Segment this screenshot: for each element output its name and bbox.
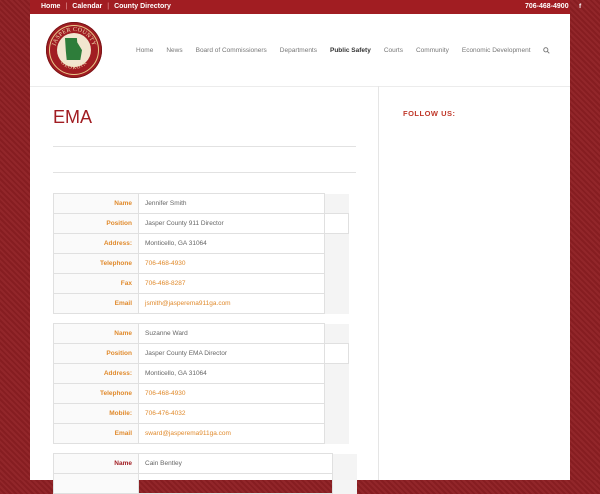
contact-table-2: Name Suzanne Ward Position Jasper County… [53, 323, 349, 444]
mobile-label: Mobile: [53, 403, 139, 424]
search-icon[interactable] [542, 47, 550, 56]
name-value: Suzanne Ward [138, 323, 325, 344]
telephone-link[interactable]: 706-468-4930 [138, 383, 325, 404]
table-row: Address: Monticello, GA 31064 [53, 363, 349, 384]
row-extra [332, 453, 357, 474]
contact-table-3: Name Cain Bentley [53, 453, 357, 494]
row-extra [324, 323, 349, 344]
position-label: Position [53, 343, 139, 364]
county-seal-logo[interactable]: JASPER COUNTY GEORGIA [46, 22, 102, 78]
table-row: Name Cain Bentley [53, 453, 357, 474]
site-header: JASPER COUNTY GEORGIA Home News Board of… [30, 14, 570, 87]
address-value: Monticello, GA 31064 [138, 233, 325, 254]
nav-item-courts[interactable]: Courts [384, 47, 403, 56]
position-value: Jasper County 911 Director [138, 213, 325, 234]
separator: | [107, 3, 110, 10]
table-row: Telephone 706-468-4930 [53, 253, 349, 274]
table-row [53, 473, 357, 494]
row-extra [324, 233, 349, 254]
email-link[interactable]: sward@jasperema911ga.com [138, 423, 325, 444]
facebook-icon[interactable]: f [579, 3, 581, 10]
table-row: Name Suzanne Ward [53, 323, 349, 344]
separator: | [65, 3, 68, 10]
top-phone[interactable]: 706-468-4900 [525, 3, 569, 10]
name-label: Name [53, 453, 139, 474]
follow-us-heading: FOLLOW US: [403, 109, 456, 118]
row-extra [324, 363, 349, 384]
nav-item-economic-development[interactable]: Economic Development [462, 47, 531, 56]
nav-item-home[interactable]: Home [136, 47, 153, 56]
table-row: Name Jennifer Smith [53, 193, 349, 214]
telephone-link[interactable]: 706-468-4930 [138, 253, 325, 274]
table-row: Email jsmith@jasperema911ga.com [53, 293, 349, 314]
contact-table-1: Name Jennifer Smith Position Jasper Coun… [53, 193, 349, 314]
name-value: Cain Bentley [138, 453, 333, 474]
empty-value [138, 473, 333, 494]
nav-item-community[interactable]: Community [416, 47, 449, 56]
row-extra [324, 403, 349, 424]
top-link-home[interactable]: Home [41, 3, 60, 10]
row-extra [324, 423, 349, 444]
row-extra [324, 193, 349, 214]
nav-item-public-safety[interactable]: Public Safety [330, 47, 371, 56]
page-container: JASPER COUNTY GEORGIA Home News Board of… [30, 14, 570, 494]
row-extra [324, 293, 349, 314]
main-nav: Home News Board of Commissioners Departm… [136, 47, 550, 56]
seal-lettering: JASPER COUNTY GEORGIA [51, 27, 96, 71]
empty-label [53, 473, 139, 494]
address-label: Address: [53, 363, 139, 384]
top-bar: Home | Calendar | County Directory 706-4… [30, 0, 581, 14]
nav-item-board-of-commissioners[interactable]: Board of Commissioners [196, 47, 267, 56]
row-extra [324, 273, 349, 294]
mobile-link[interactable]: 706-476-4032 [138, 403, 325, 424]
sidebar-divider [378, 86, 379, 480]
divider [53, 146, 356, 147]
telephone-label: Telephone [53, 253, 139, 274]
row-extra [324, 213, 349, 234]
top-link-county-directory[interactable]: County Directory [114, 3, 171, 10]
table-row: Address: Monticello, GA 31064 [53, 233, 349, 254]
address-label: Address: [53, 233, 139, 254]
top-links: Home | Calendar | County Directory [41, 3, 171, 10]
seal-text-bottom: GEORGIA [59, 60, 88, 71]
table-row: Email sward@jasperema911ga.com [53, 423, 349, 444]
row-extra [324, 383, 349, 404]
seal-text-top: JASPER COUNTY [51, 27, 96, 47]
table-row: Fax 706-468-8287 [53, 273, 349, 294]
svg-text:JASPER COUNTY: JASPER COUNTY [51, 27, 96, 47]
page-title: EMA [53, 107, 93, 127]
table-row: Telephone 706-468-4930 [53, 383, 349, 404]
svg-text:GEORGIA: GEORGIA [59, 60, 89, 71]
row-extra [324, 343, 349, 364]
top-link-calendar[interactable]: Calendar [72, 3, 102, 10]
name-value: Jennifer Smith [138, 193, 325, 214]
row-extra [332, 473, 357, 494]
name-label: Name [53, 323, 139, 344]
table-row: Mobile: 706-476-4032 [53, 403, 349, 424]
telephone-label: Telephone [53, 383, 139, 404]
position-label: Position [53, 213, 139, 234]
fax-link[interactable]: 706-468-8287 [138, 273, 325, 294]
nav-item-departments[interactable]: Departments [280, 47, 317, 56]
table-row: Position Jasper County 911 Director [53, 213, 349, 234]
position-value: Jasper County EMA Director [138, 343, 325, 364]
email-link[interactable]: jsmith@jasperema911ga.com [138, 293, 325, 314]
row-extra [324, 253, 349, 274]
table-row: Position Jasper County EMA Director [53, 343, 349, 364]
email-label: Email [53, 293, 139, 314]
name-label: Name [53, 193, 139, 214]
fax-label: Fax [53, 273, 139, 294]
nav-item-news[interactable]: News [166, 47, 182, 56]
address-value: Monticello, GA 31064 [138, 363, 325, 384]
divider [53, 172, 356, 173]
email-label: Email [53, 423, 139, 444]
